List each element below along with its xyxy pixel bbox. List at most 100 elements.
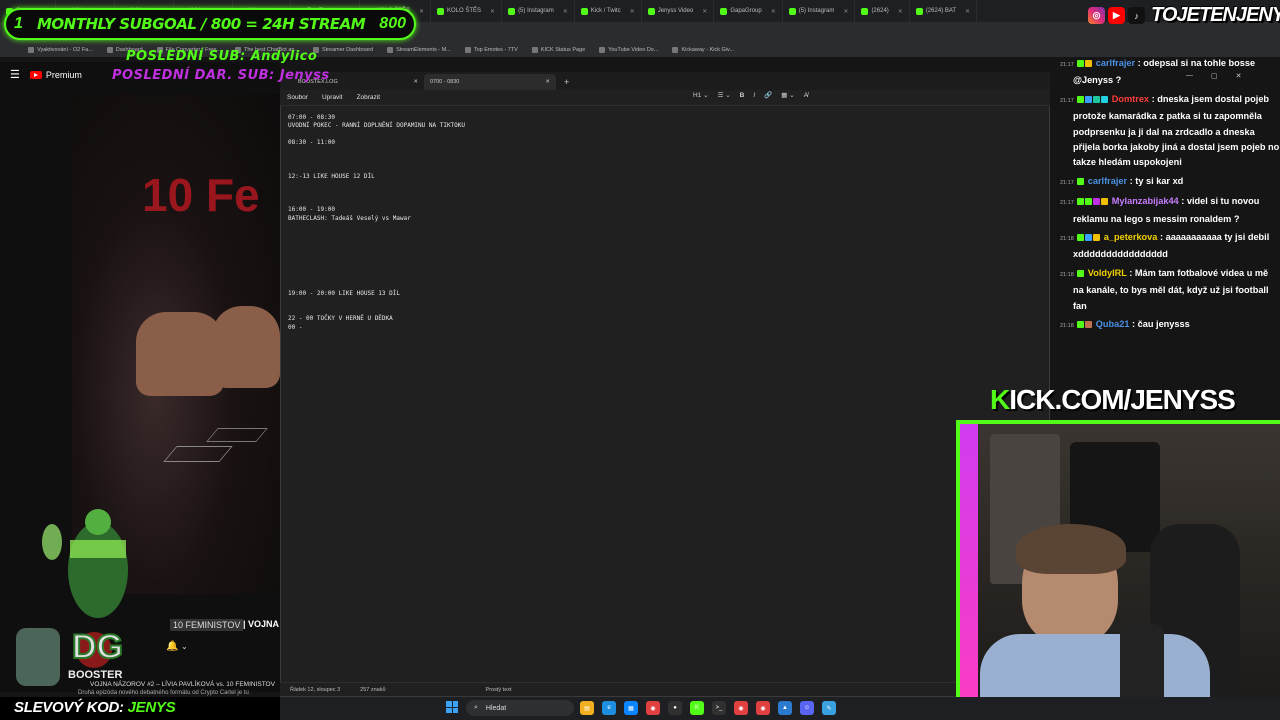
youtube-logo-icon[interactable] (29, 70, 42, 79)
taskbar-search[interactable]: ⌕ Hledat (466, 700, 574, 716)
italic-icon[interactable]: I (753, 92, 755, 99)
clear-format-icon[interactable]: A̸ (804, 92, 808, 99)
terminal-icon[interactable]: >_ (712, 701, 726, 715)
windows-start-icon[interactable] (446, 701, 458, 713)
chevron-down-icon[interactable]: ⌄ (181, 642, 188, 651)
chat-message: 21:17 Domtrex : dneska jsem dostal pojeb … (1060, 92, 1280, 171)
browser-tab[interactable]: GapaGroup ✕ (714, 0, 783, 22)
close-tab-icon[interactable]: ✕ (898, 8, 903, 15)
bookmark-favicon-icon (106, 46, 113, 53)
notepad-line: 12:-13 LIKE HOUSE 12 DÍL (288, 172, 375, 180)
promo-code-value: JENYS (127, 699, 176, 716)
bookmark-favicon-icon (28, 46, 34, 53)
tiktok-icon: ♪ (1128, 7, 1145, 24)
bookmark-item[interactable]: StreamElements - M... (387, 46, 451, 53)
bookmark-label: KICK Status Page (540, 46, 586, 53)
link-icon[interactable]: 🔗 (764, 91, 772, 99)
bookmark-item[interactable]: YouTube Video Do... (599, 46, 658, 53)
close-tab-icon[interactable]: ✕ (843, 8, 848, 15)
close-icon[interactable]: ✕ (545, 79, 550, 85)
chat-badge-icon (1076, 60, 1084, 68)
bookmark-favicon-icon (672, 46, 679, 53)
bell-icon[interactable]: 🔔 (166, 641, 178, 652)
close-tab-icon[interactable]: ✕ (563, 8, 568, 15)
bookmark-item[interactable]: Vyaktivování - O2 Fa... (28, 46, 93, 53)
browser-tab[interactable]: Jenyss Video ✕ (642, 0, 715, 22)
menu-file[interactable]: Soubor (287, 94, 308, 101)
notepad-text-area[interactable]: 07:00 - 08:30 UVODNÍ POKEC - RANNÍ DOPLNĚ… (288, 114, 1028, 332)
menu-icon[interactable]: ☰ (10, 68, 20, 81)
chat-username[interactable]: Mylanzabijak44 (1112, 196, 1179, 206)
chat-username[interactable]: VoldyIRL (1088, 268, 1127, 278)
chat-badges (1076, 174, 1085, 189)
kick-icon[interactable]: K (690, 701, 704, 715)
browser-tab-label: KOLO ŠTĚS (447, 8, 482, 14)
list-icon[interactable]: ☰ ⌄ (718, 91, 731, 99)
chat-timestamp: 21:18 (1060, 236, 1074, 243)
browser-tab-label: (5) Instagram (518, 8, 554, 14)
browser-tab[interactable]: (5) Instagram ✕ (502, 0, 575, 22)
chat-username[interactable]: carlfrajer (1088, 176, 1127, 186)
bookmark-favicon-icon (464, 46, 471, 53)
notepad-icon[interactable]: ✎ (822, 701, 836, 715)
obs-icon[interactable]: ● (668, 701, 682, 715)
notepad-line (288, 248, 1028, 256)
new-tab-icon[interactable]: + (556, 74, 577, 90)
video-title-right: | VOJNA (243, 619, 280, 629)
notepad-menu-bar: Soubor Upravit Zobrazit (280, 90, 1050, 106)
bookmark-favicon-icon (531, 46, 538, 53)
chat-message: 21:17 Mylanzabijak44 : videl si tu novou … (1060, 194, 1280, 227)
menu-view[interactable]: Zobrazit (357, 94, 380, 101)
heading-dropdown[interactable]: H1 ⌄ (693, 91, 709, 99)
chat-badges (1076, 56, 1093, 71)
cursor-position: Řádek 12, sloupec 3 (290, 686, 341, 693)
chat-username[interactable]: carlfrajer (1096, 58, 1135, 68)
chat-timestamp: 21:18 (1060, 271, 1074, 278)
bold-icon[interactable]: B (740, 92, 745, 99)
notepad-line (288, 198, 1028, 206)
discord-icon[interactable]: ☺ (800, 701, 814, 715)
kick-url: KICK.COM/JENYSS (990, 384, 1236, 416)
close-icon[interactable]: ✕ (413, 79, 418, 85)
last-donation-label: POSLEDNÍ DAR. SUB: Jenyss (112, 68, 330, 83)
close-tab-icon[interactable]: ✕ (702, 8, 707, 15)
youtube-header: ☰ Premium (10, 68, 82, 81)
chrome-icon[interactable]: ◉ (646, 701, 660, 715)
chat-username[interactable]: Domtrex (1112, 94, 1149, 104)
browser-tab[interactable]: KOLO ŠTĚS ✕ (431, 0, 503, 22)
chat-badge-icon (1076, 198, 1084, 206)
chat-username[interactable]: a_peterkova (1104, 232, 1158, 242)
browser-tab[interactable]: (5) Instagram ✕ (783, 0, 856, 22)
notepad-tab-strip: BOOSTEX.LOG ✕ 0700 - 0830 ✕ + (280, 72, 1050, 90)
file-explorer-icon[interactable]: ▤ (580, 701, 594, 715)
bookmark-item[interactable]: Top Emotes - 7TV (464, 46, 518, 53)
browser-tab[interactable]: (2624) ✕ (855, 0, 910, 22)
webcam-glow-edge (960, 424, 978, 720)
chrome-icon[interactable]: ◉ (756, 701, 770, 715)
store-icon[interactable]: ▦ (624, 701, 638, 715)
booster-mascot-logo: DG BOOSTER (16, 509, 128, 686)
chrome-icon[interactable]: ◉ (734, 701, 748, 715)
browser-tab-label: Jenyss Video (657, 8, 694, 14)
bookmark-item[interactable]: Kickaway - Kick Giv... (672, 46, 734, 53)
close-tab-icon[interactable]: ✕ (419, 8, 424, 15)
browser-tab-label: (5) Instagram (798, 8, 835, 14)
chat-username[interactable]: Quba21 (1096, 319, 1130, 329)
notepad-line: 08:30 - 11:00 (288, 139, 335, 147)
close-tab-icon[interactable]: ✕ (965, 8, 970, 15)
photos-icon[interactable]: ▲ (778, 701, 792, 715)
browser-tab[interactable]: (2624) BAT ✕ (910, 0, 978, 22)
close-tab-icon[interactable]: ✕ (630, 8, 635, 15)
chat-badges (1076, 266, 1085, 281)
browser-tab-label: (2624) (871, 8, 889, 14)
edge-icon[interactable]: e (602, 701, 616, 715)
bookmark-item[interactable]: Streamer Dashboard (313, 46, 373, 53)
close-tab-icon[interactable]: ✕ (490, 8, 495, 15)
notepad-tab-active[interactable]: 0700 - 0830 ✕ (424, 74, 556, 90)
menu-edit[interactable]: Upravit (322, 94, 343, 101)
bookmark-item[interactable]: KICK Status Page (531, 46, 586, 53)
notepad-line (288, 273, 1028, 281)
close-tab-icon[interactable]: ✕ (771, 8, 776, 15)
browser-tab[interactable]: Kick / Twitc ✕ (575, 0, 642, 22)
table-icon[interactable]: ▦ ⌄ (781, 91, 794, 99)
